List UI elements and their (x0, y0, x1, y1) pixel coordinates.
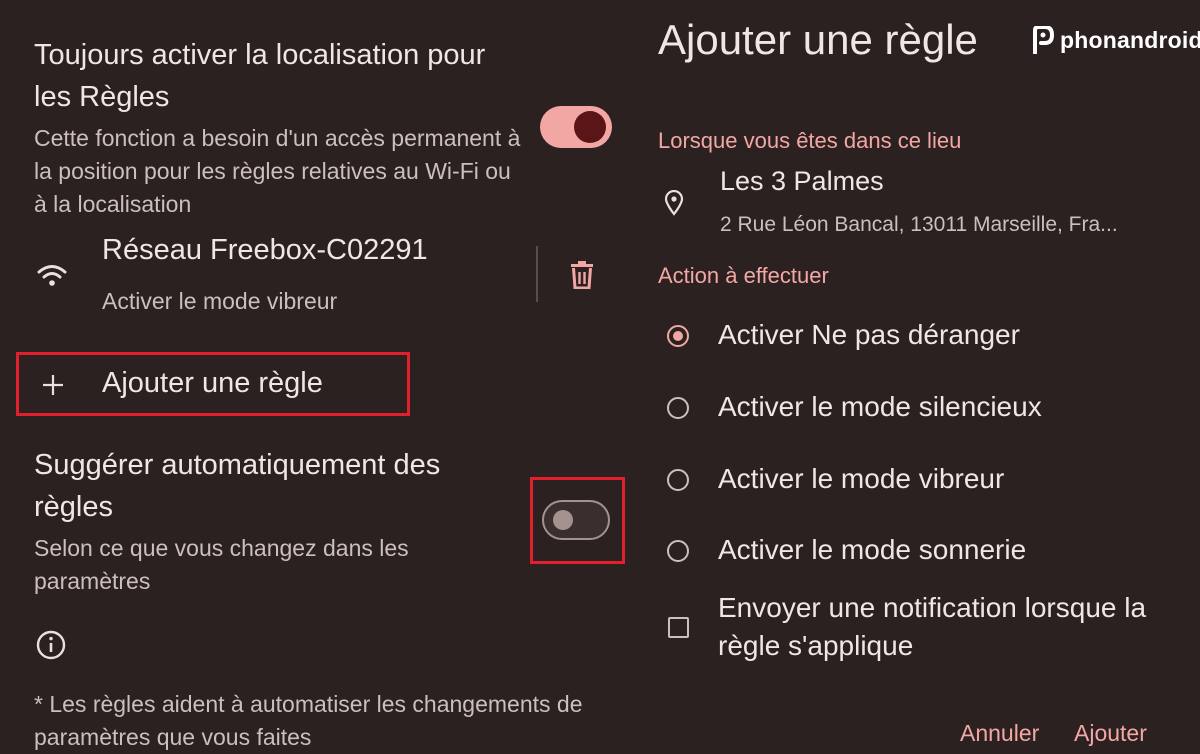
add-rule-label: Ajouter une règle (102, 367, 323, 399)
action-section-label: Action à effectuer (658, 263, 829, 288)
row-divider (536, 246, 538, 302)
location-pin-icon (664, 189, 684, 221)
radio-button (667, 540, 689, 562)
phonandroid-logo: phonandroid (1032, 26, 1200, 54)
suggest-toggle[interactable] (542, 500, 610, 540)
option-label: Activer le mode vibreur (718, 463, 1005, 494)
logo-text: phonandroid (1060, 26, 1200, 53)
footnote: * Les règles aident à automatiser les ch… (34, 691, 583, 750)
radio-option-dnd[interactable]: Activer Ne pas déranger (658, 316, 1178, 356)
suggest-setting-description: Selon ce que vous changez dans les param… (34, 535, 409, 594)
notify-checkbox-label: Envoyer une notification lorsque la règl… (718, 592, 1147, 661)
dialog-title: Ajouter une règle (658, 16, 978, 63)
cancel-button[interactable]: Annuler (960, 720, 1039, 747)
plus-icon (42, 374, 64, 401)
wifi-icon (36, 262, 68, 293)
rule-subtitle: Activer le mode vibreur (102, 288, 338, 314)
location-toggle[interactable] (540, 106, 612, 148)
radio-option-silent[interactable]: Activer le mode silencieux (658, 388, 1178, 428)
radio-option-vibrate[interactable]: Activer le mode vibreur (658, 460, 1178, 500)
delete-icon[interactable] (570, 261, 594, 294)
radio-button (667, 325, 689, 347)
radio-button (667, 397, 689, 419)
toggle-knob (574, 111, 606, 143)
confirm-button[interactable]: Ajouter (1074, 720, 1147, 747)
rules-settings-panel: Toujours activer la localisation pour le… (0, 0, 640, 750)
radio-option-ring[interactable]: Activer le mode sonnerie (658, 531, 1178, 571)
place-name: Les 3 Palmes (720, 166, 884, 196)
option-label: Activer Ne pas déranger (718, 319, 1020, 350)
location-section-label: Lorsque vous êtes dans ce lieu (658, 128, 962, 153)
add-rule-dialog: Ajouter une règle phonandroid Lorsque vo… (640, 0, 1200, 750)
toggle-knob (553, 510, 573, 530)
info-icon (36, 630, 66, 665)
notify-checkbox-row[interactable]: Envoyer une notification lorsque la règl… (658, 589, 1188, 669)
suggest-setting-title: Suggérer automatiquement des règles (34, 449, 441, 523)
radio-button (667, 469, 689, 491)
location-setting-title: Toujours activer la localisation pour le… (34, 39, 486, 113)
add-rule-button[interactable]: Ajouter une règle (16, 352, 410, 416)
place-address: 2 Rue Léon Bancal, 13011 Marseille, Fra.… (720, 213, 1118, 236)
logo-icon (1033, 26, 1054, 54)
location-setting-description: Cette fonction a besoin d'un accès perma… (34, 125, 521, 217)
rule-title[interactable]: Réseau Freebox-C02291 (102, 234, 428, 267)
option-label: Activer le mode silencieux (718, 391, 1042, 422)
option-label: Activer le mode sonnerie (718, 534, 1027, 565)
notify-checkbox[interactable] (668, 617, 689, 638)
